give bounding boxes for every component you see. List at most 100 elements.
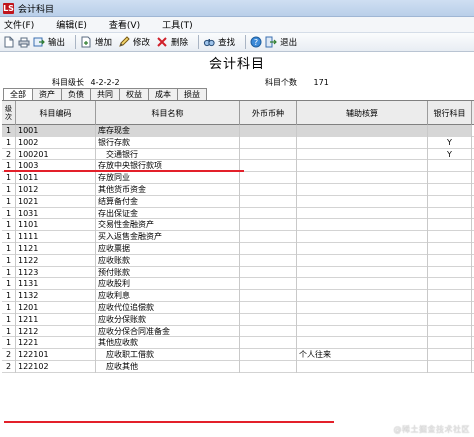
exit-button[interactable]: 退出 [265, 36, 297, 48]
cell-currency [240, 361, 297, 373]
cell-level: 1 [2, 337, 16, 350]
cell-code: 1002 [16, 136, 96, 149]
tab-all[interactable]: 全部 [3, 88, 33, 100]
cell-bank [428, 231, 472, 243]
cell-aux [297, 313, 428, 326]
tab-assets[interactable]: 资产 [32, 88, 62, 100]
help-icon[interactable]: ? [250, 36, 262, 48]
cell-aux [297, 160, 428, 173]
cell-code: 1011 [16, 172, 96, 184]
level-label: 科目级长 [52, 78, 84, 87]
find-icon [203, 36, 215, 48]
edit-icon [118, 36, 130, 48]
table-row[interactable]: 1 1012 其他货币资金 [2, 184, 474, 196]
output-label: 输出 [48, 38, 66, 48]
table-row[interactable]: 1 1221 其他应收款 [2, 337, 474, 350]
menu-tools[interactable]: 工具(T) [162, 18, 193, 31]
cell-name: 应收利息 [96, 290, 240, 302]
cell-bank [428, 184, 472, 196]
print-icon[interactable] [18, 36, 30, 48]
cell-level: 1 [2, 184, 16, 196]
cell-code: 1031 [16, 207, 96, 220]
cell-currency [240, 337, 297, 350]
table-row[interactable]: 1 1121 应收票据 [2, 243, 474, 255]
tab-cost[interactable]: 成本 [148, 88, 178, 100]
cell-bank [428, 172, 472, 184]
tab-common[interactable]: 共同 [90, 88, 120, 100]
cell-name: 其他应收款 [96, 337, 240, 350]
cell-code: 1131 [16, 278, 96, 291]
cell-aux [297, 136, 428, 149]
table-row[interactable]: 1 1201 应收代位追偿款 [2, 302, 474, 314]
cell-name: 买入返售金融资产 [96, 231, 240, 243]
table-row[interactable]: 2 122101 应收职工借款 个人往来 [2, 349, 474, 361]
header-bank: 银行科目 [428, 101, 472, 125]
cell-level: 2 [2, 148, 16, 161]
cell-name: 存放同业 [96, 172, 240, 184]
add-button[interactable]: 增加 [80, 36, 112, 48]
cell-bank [428, 195, 472, 208]
table-row[interactable]: 1 1123 预付账款 [2, 266, 474, 279]
table-row[interactable]: 1 1212 应收分保合同准备金 [2, 325, 474, 338]
table-row[interactable]: 1 1002 银行存款 Y [2, 136, 474, 149]
cell-aux [297, 266, 428, 279]
table-row[interactable]: 2 122102 应收其他 [2, 361, 474, 373]
cell-currency [240, 290, 297, 302]
window-title: 会计科目 [18, 4, 55, 15]
cell-level: 1 [2, 219, 16, 232]
cell-bank [428, 243, 472, 255]
cell-level: 1 [2, 290, 16, 302]
table-row[interactable]: 1 1021 结算备付金 [2, 195, 474, 208]
cell-aux [297, 278, 428, 291]
exit-icon [265, 36, 277, 48]
new-icon[interactable] [3, 36, 15, 48]
cell-currency [240, 195, 297, 208]
find-button[interactable]: 查找 [203, 36, 235, 48]
cell-level: 1 [2, 254, 16, 267]
table-row[interactable]: 1 1011 存放同业 [2, 172, 474, 184]
cell-level: 1 [2, 207, 16, 220]
header-name: 科目名称 [96, 101, 240, 125]
table-row[interactable]: 2 100201 交通银行 Y [2, 148, 474, 161]
cell-name: 应收票据 [96, 243, 240, 255]
table-row[interactable]: 1 1101 交易性金融资产 [2, 219, 474, 232]
table-row[interactable]: 1 1031 存出保证金 [2, 207, 474, 220]
tab-profit-loss[interactable]: 损益 [177, 88, 207, 100]
delete-button[interactable]: 删除 [156, 36, 188, 48]
cell-level: 1 [2, 278, 16, 291]
menu-file[interactable]: 文件(F) [4, 18, 34, 31]
cell-level: 2 [2, 349, 16, 361]
cell-currency [240, 207, 297, 220]
cell-code: 1121 [16, 243, 96, 255]
table-row[interactable]: 1 1001 库存现金 [2, 125, 474, 137]
cell-aux [297, 243, 428, 255]
tab-equity[interactable]: 权益 [119, 88, 149, 100]
output-button[interactable]: 输出 [33, 36, 65, 48]
cell-currency [240, 231, 297, 243]
table-row[interactable]: 1 1131 应收股利 [2, 278, 474, 291]
cell-name: 其他货币资金 [96, 184, 240, 196]
cell-aux [297, 302, 428, 314]
table-row[interactable]: 1 1132 应收利息 [2, 290, 474, 302]
cell-code: 1212 [16, 325, 96, 338]
subjects-table: 级 次 科目编码 科目名称 外币币种 辅助核算 银行科目 1 1001 库存现金 1 1… [2, 100, 474, 437]
menu-view[interactable]: 查看(V) [109, 18, 140, 31]
cell-code: 1111 [16, 231, 96, 243]
toolbar-separator [245, 35, 247, 49]
delete-label: 删除 [171, 38, 189, 48]
header-code: 科目编码 [16, 101, 96, 125]
cell-currency [240, 266, 297, 279]
cell-name: 应收代位追偿款 [96, 302, 240, 314]
table-row[interactable]: 1 1111 买入返售金融资产 [2, 231, 474, 243]
cell-aux [297, 207, 428, 220]
edit-button[interactable]: 修改 [118, 36, 150, 48]
tab-liabilities[interactable]: 负债 [61, 88, 91, 100]
cell-aux [297, 254, 428, 267]
table-row[interactable]: 1 1211 应收分保账款 [2, 313, 474, 326]
table-row[interactable]: 1 1122 应收账款 [2, 254, 474, 267]
menu-edit[interactable]: 编辑(E) [56, 18, 87, 31]
menu-bar: 文件(F) 编辑(E) 查看(V) 工具(T) [0, 17, 474, 32]
cell-code: 1101 [16, 219, 96, 232]
table-header: 级 次 科目编码 科目名称 外币币种 辅助核算 银行科目 [2, 101, 474, 125]
output-icon [33, 36, 45, 48]
